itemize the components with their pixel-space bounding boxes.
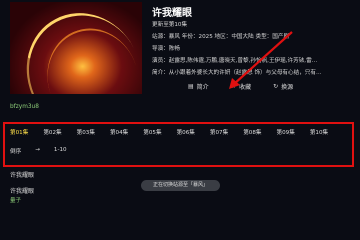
source-user: bfzym3u8: [10, 104, 39, 110]
range-tab[interactable]: 1-10: [54, 147, 67, 155]
update-status: 更新至第10集: [152, 22, 188, 28]
related-source: 量子: [10, 198, 22, 204]
episode-item[interactable]: 第10集: [310, 128, 328, 136]
episode-item[interactable]: 第08集: [243, 128, 261, 136]
episode-item[interactable]: 第01集: [10, 128, 28, 136]
intro-label: 简介: [196, 84, 209, 91]
episode-item[interactable]: 第05集: [143, 128, 161, 136]
sort-toggle[interactable]: 倒序: [10, 147, 21, 155]
favorite-button[interactable]: ☆ 收藏: [231, 82, 251, 91]
toast-message: 正在切换站源至「暴风」: [141, 180, 220, 191]
show-title: 许我耀眼: [152, 8, 192, 19]
action-bar: ▤ 简介 ☆ 收藏 ↻ 换源: [188, 82, 293, 91]
related-title[interactable]: 许我耀眼: [10, 170, 34, 179]
arrow-right-icon: →: [35, 147, 40, 153]
episode-list: 第01集 第02集 第03集 第04集 第05集 第06集 第07集 第08集 …: [10, 128, 328, 136]
episode-item[interactable]: 第06集: [177, 128, 195, 136]
episode-item[interactable]: 第03集: [77, 128, 95, 136]
director-text: 导演：陈畅: [152, 46, 180, 52]
related-title[interactable]: 许我耀眼: [10, 186, 34, 195]
poster-image: [10, 2, 142, 94]
change-source-button[interactable]: ↻ 换源: [273, 82, 293, 91]
episode-item[interactable]: 第09集: [277, 128, 295, 136]
episode-item[interactable]: 第04集: [110, 128, 128, 136]
intro-icon: ▤: [188, 83, 194, 90]
show-info: 站源：暴风 年份：2025 地区：中国大陆 类型：国产剧: [152, 34, 290, 40]
star-icon: ☆: [230, 83, 237, 90]
episode-item[interactable]: 第07集: [210, 128, 228, 136]
episode-range-row: 倒序 → 1-10: [10, 147, 67, 155]
episode-item[interactable]: 第02集: [43, 128, 61, 136]
refresh-icon: ↻: [273, 83, 279, 90]
favorite-label: 收藏: [239, 84, 252, 91]
change-source-label: 换源: [281, 84, 294, 91]
intro-button[interactable]: ▤ 简介: [188, 82, 209, 91]
cast-text: 演员：赵露思,陈伟霆,万鹏,唐晓天,曾黎,孙怡帆,王伊瑶,许芳铱,雷…: [152, 58, 318, 64]
plot-text: 简介：从小跟着外婆长大的许妍（赵露思 饰）与父母有心结，只有…: [152, 70, 322, 76]
